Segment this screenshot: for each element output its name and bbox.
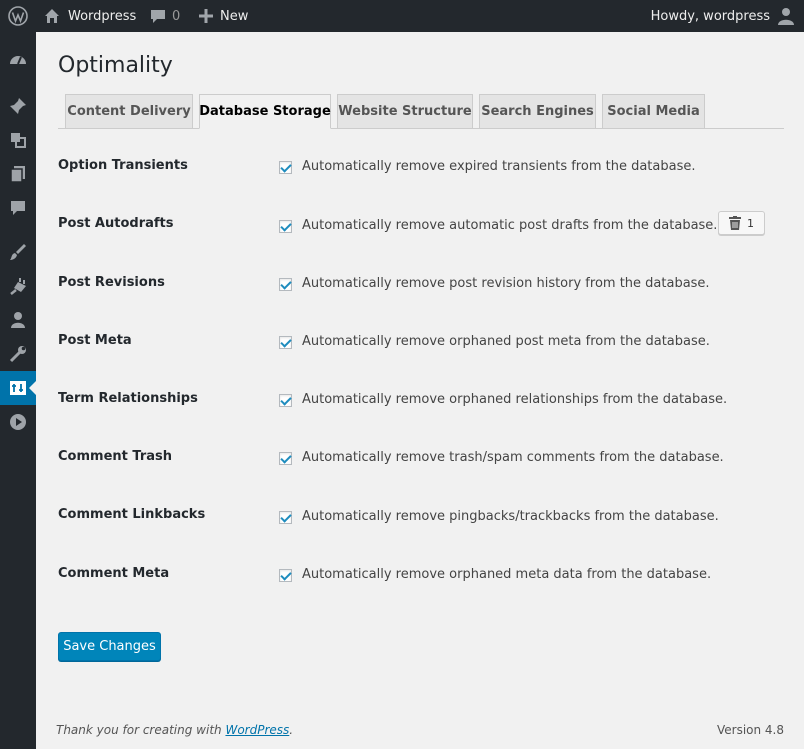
wordpress-logo-button[interactable]	[0, 0, 36, 32]
appearance-brush-icon	[10, 244, 26, 260]
new-content-link[interactable]: New	[199, 0, 248, 32]
option-transients-checkbox[interactable]	[279, 161, 292, 174]
wordpress-link[interactable]: WordPress	[225, 723, 289, 737]
admin-bar: Wordpress 0 New Howdy, wordpress	[0, 0, 804, 32]
menu-media[interactable]	[0, 123, 36, 157]
comments-link[interactable]: 0	[150, 0, 180, 32]
footer-thanks-prefix: Thank you for creating with	[56, 723, 226, 737]
menu-appearance[interactable]	[0, 235, 36, 269]
comment-meta-checkbox[interactable]	[279, 569, 292, 582]
comments-count: 0	[172, 8, 181, 24]
home-icon	[45, 9, 59, 23]
tab-social-media[interactable]: Social Media	[602, 94, 705, 129]
menu-plugins[interactable]	[0, 269, 36, 303]
play-icon	[10, 414, 26, 430]
term-relationships-checkbox[interactable]	[279, 394, 292, 407]
account-menu[interactable]: Howdy, wordpress	[651, 0, 794, 32]
comment-linkbacks-description: Automatically remove pingbacks/trackback…	[302, 509, 719, 524]
tools-wrench-icon	[9, 346, 26, 363]
pages-icon	[10, 166, 25, 183]
comment-meta-description: Automatically remove orphaned meta data …	[302, 567, 712, 582]
menu-comments[interactable]	[0, 191, 36, 225]
plus-icon	[199, 9, 213, 23]
howdy-text: Howdy, wordpress	[650, 8, 770, 24]
post-autodrafts-description: Automatically remove automatic post draf…	[302, 218, 718, 233]
users-icon	[11, 312, 25, 328]
tab-website-structure[interactable]: Website Structure	[337, 94, 473, 129]
autodraft-count: 1	[747, 216, 754, 230]
user-avatar-icon	[778, 8, 794, 25]
page-title: Optimality	[58, 53, 173, 78]
wordpress-logo-icon	[8, 6, 28, 26]
menu-dashboard[interactable]	[0, 43, 36, 77]
plugins-icon	[10, 278, 26, 295]
footer-thanks-suffix: .	[289, 723, 294, 737]
comments-icon	[11, 201, 25, 215]
post-revisions-description: Automatically remove post revision histo…	[302, 276, 710, 291]
menu-posts[interactable]	[0, 89, 36, 123]
settings-icon	[10, 381, 26, 395]
tab-database-storage[interactable]: Database Storage	[199, 94, 331, 129]
footer-thanks: Thank you for creating with WordPress.	[56, 723, 293, 737]
menu-media-player[interactable]	[0, 405, 36, 439]
comment-trash-label: Comment Trash	[58, 449, 172, 464]
media-icon	[11, 133, 26, 148]
menu-tools[interactable]	[0, 337, 36, 371]
pin-posts-icon	[10, 98, 26, 114]
term-relationships-label: Term Relationships	[58, 391, 198, 406]
post-autodrafts-checkbox[interactable]	[279, 220, 292, 233]
menu-settings[interactable]	[0, 371, 36, 405]
term-relationships-description: Automatically remove orphaned relationsh…	[302, 392, 728, 407]
post-meta-label: Post Meta	[58, 333, 132, 348]
comment-linkbacks-label: Comment Linkbacks	[58, 507, 206, 522]
comment-trash-description: Automatically remove trash/spam comments…	[302, 450, 724, 465]
tab-content-delivery[interactable]: Content Delivery	[65, 94, 193, 129]
save-changes-button[interactable]: Save Changes	[58, 632, 161, 661]
comment-linkbacks-checkbox[interactable]	[279, 511, 292, 524]
autodraft-cleanup-button[interactable]: 1	[718, 211, 765, 235]
new-label: New	[220, 8, 249, 24]
post-meta-description: Automatically remove orphaned post meta …	[302, 334, 710, 349]
menu-pages[interactable]	[0, 157, 36, 191]
option-transients-description: Automatically remove expired transients …	[302, 159, 696, 174]
post-revisions-checkbox[interactable]	[279, 278, 292, 291]
dashboard-icon	[10, 56, 26, 65]
site-name-link[interactable]: Wordpress	[44, 0, 136, 32]
comment-bubble-icon	[151, 10, 165, 23]
option-transients-label: Option Transients	[58, 158, 188, 173]
post-revisions-label: Post Revisions	[58, 275, 165, 290]
admin-side-menu	[0, 32, 36, 749]
post-autodrafts-label: Post Autodrafts	[58, 216, 174, 231]
menu-users[interactable]	[0, 303, 36, 337]
tab-search-engines[interactable]: Search Engines	[479, 94, 596, 129]
post-meta-checkbox[interactable]	[279, 336, 292, 349]
site-name: Wordpress	[68, 8, 137, 24]
comment-meta-label: Comment Meta	[58, 566, 170, 581]
comment-trash-checkbox[interactable]	[279, 452, 292, 465]
footer-version: Version 4.8	[716, 723, 784, 737]
trash-icon	[729, 216, 741, 230]
